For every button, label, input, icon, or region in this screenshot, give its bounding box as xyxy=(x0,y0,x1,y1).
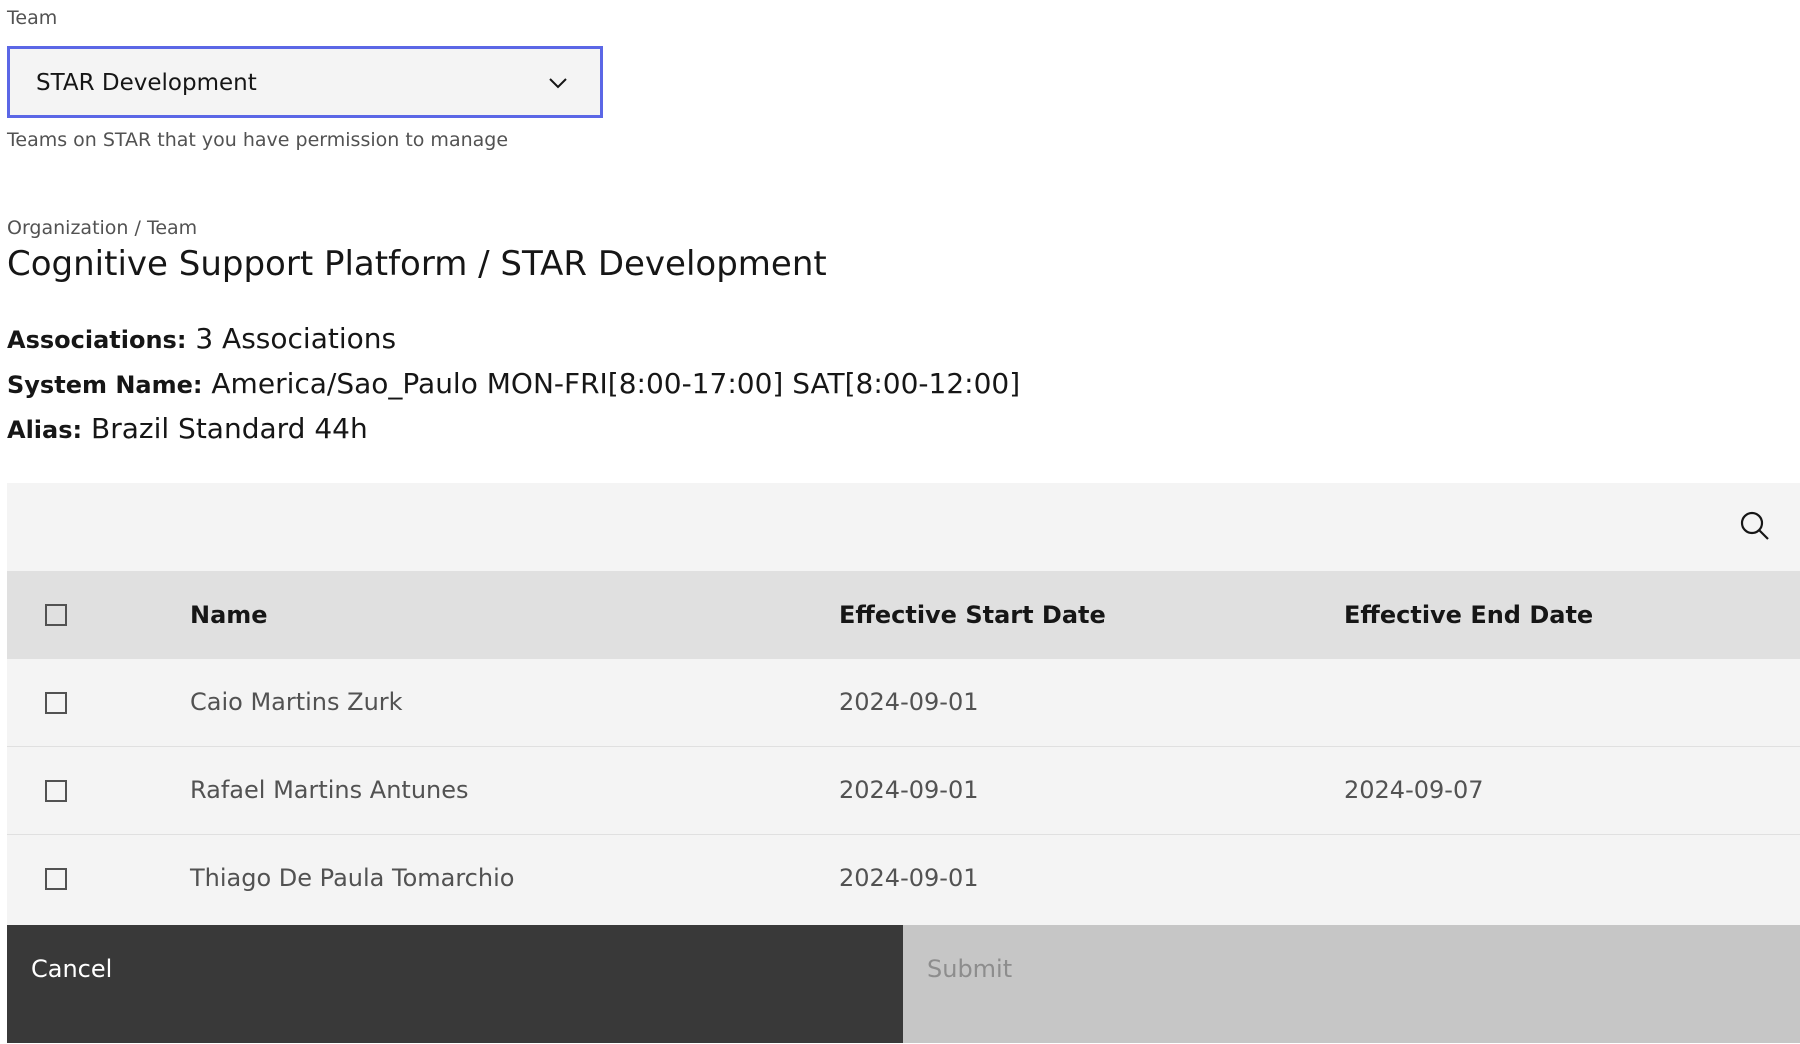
column-header-start-date[interactable]: Effective Start Date xyxy=(839,601,1106,629)
row-start-date: 2024-09-01 xyxy=(839,688,979,716)
table-row: Rafael Martins Antunes 2024-09-01 2024-0… xyxy=(7,747,1800,835)
system-name-line: System Name: America/Sao_Paulo MON-FRI[8… xyxy=(7,366,1020,403)
cancel-button[interactable]: Cancel xyxy=(7,925,903,1043)
search-icon[interactable] xyxy=(1738,509,1772,543)
breadcrumb: Organization / Team xyxy=(7,217,198,239)
submit-button[interactable]: Submit xyxy=(903,925,1800,1043)
submit-button-label: Submit xyxy=(927,955,1013,983)
associations-line: Associations: 3 Associations xyxy=(7,321,396,358)
system-name-value: America/Sao_Paulo MON-FRI[8:00-17:00] SA… xyxy=(211,367,1021,400)
row-name: Thiago De Paula Tomarchio xyxy=(190,864,515,892)
team-select-value: STAR Development xyxy=(36,70,257,96)
associations-label: Associations: xyxy=(7,326,187,354)
table-row: Caio Martins Zurk 2024-09-01 xyxy=(7,659,1800,747)
system-name-label: System Name: xyxy=(7,371,203,399)
team-select[interactable]: STAR Development xyxy=(7,46,603,118)
row-end-date: 2024-09-07 xyxy=(1344,776,1484,804)
alias-value: Brazil Standard 44h xyxy=(91,412,368,445)
alias-label: Alias: xyxy=(7,416,83,444)
chevron-down-icon xyxy=(546,71,570,95)
row-name: Rafael Martins Antunes xyxy=(190,776,469,804)
team-helper-text: Teams on STAR that you have permission t… xyxy=(7,129,509,151)
cancel-button-label: Cancel xyxy=(31,955,113,983)
row-start-date: 2024-09-01 xyxy=(839,864,979,892)
team-field-label: Team xyxy=(7,7,58,29)
row-checkbox[interactable] xyxy=(45,868,67,890)
associations-value: 3 Associations xyxy=(195,322,397,355)
column-header-name[interactable]: Name xyxy=(190,601,268,629)
table-row: Thiago De Paula Tomarchio 2024-09-01 xyxy=(7,835,1800,925)
column-header-end-date[interactable]: Effective End Date xyxy=(1344,601,1593,629)
page-title: Cognitive Support Platform / STAR Develo… xyxy=(7,244,827,284)
table-header: Name Effective Start Date Effective End … xyxy=(7,571,1800,659)
row-checkbox[interactable] xyxy=(45,692,67,714)
row-start-date: 2024-09-01 xyxy=(839,776,979,804)
row-checkbox[interactable] xyxy=(45,780,67,802)
table-toolbar xyxy=(7,483,1800,571)
select-all-checkbox[interactable] xyxy=(45,604,67,626)
row-name: Caio Martins Zurk xyxy=(190,688,403,716)
alias-line: Alias: Brazil Standard 44h xyxy=(7,411,368,448)
